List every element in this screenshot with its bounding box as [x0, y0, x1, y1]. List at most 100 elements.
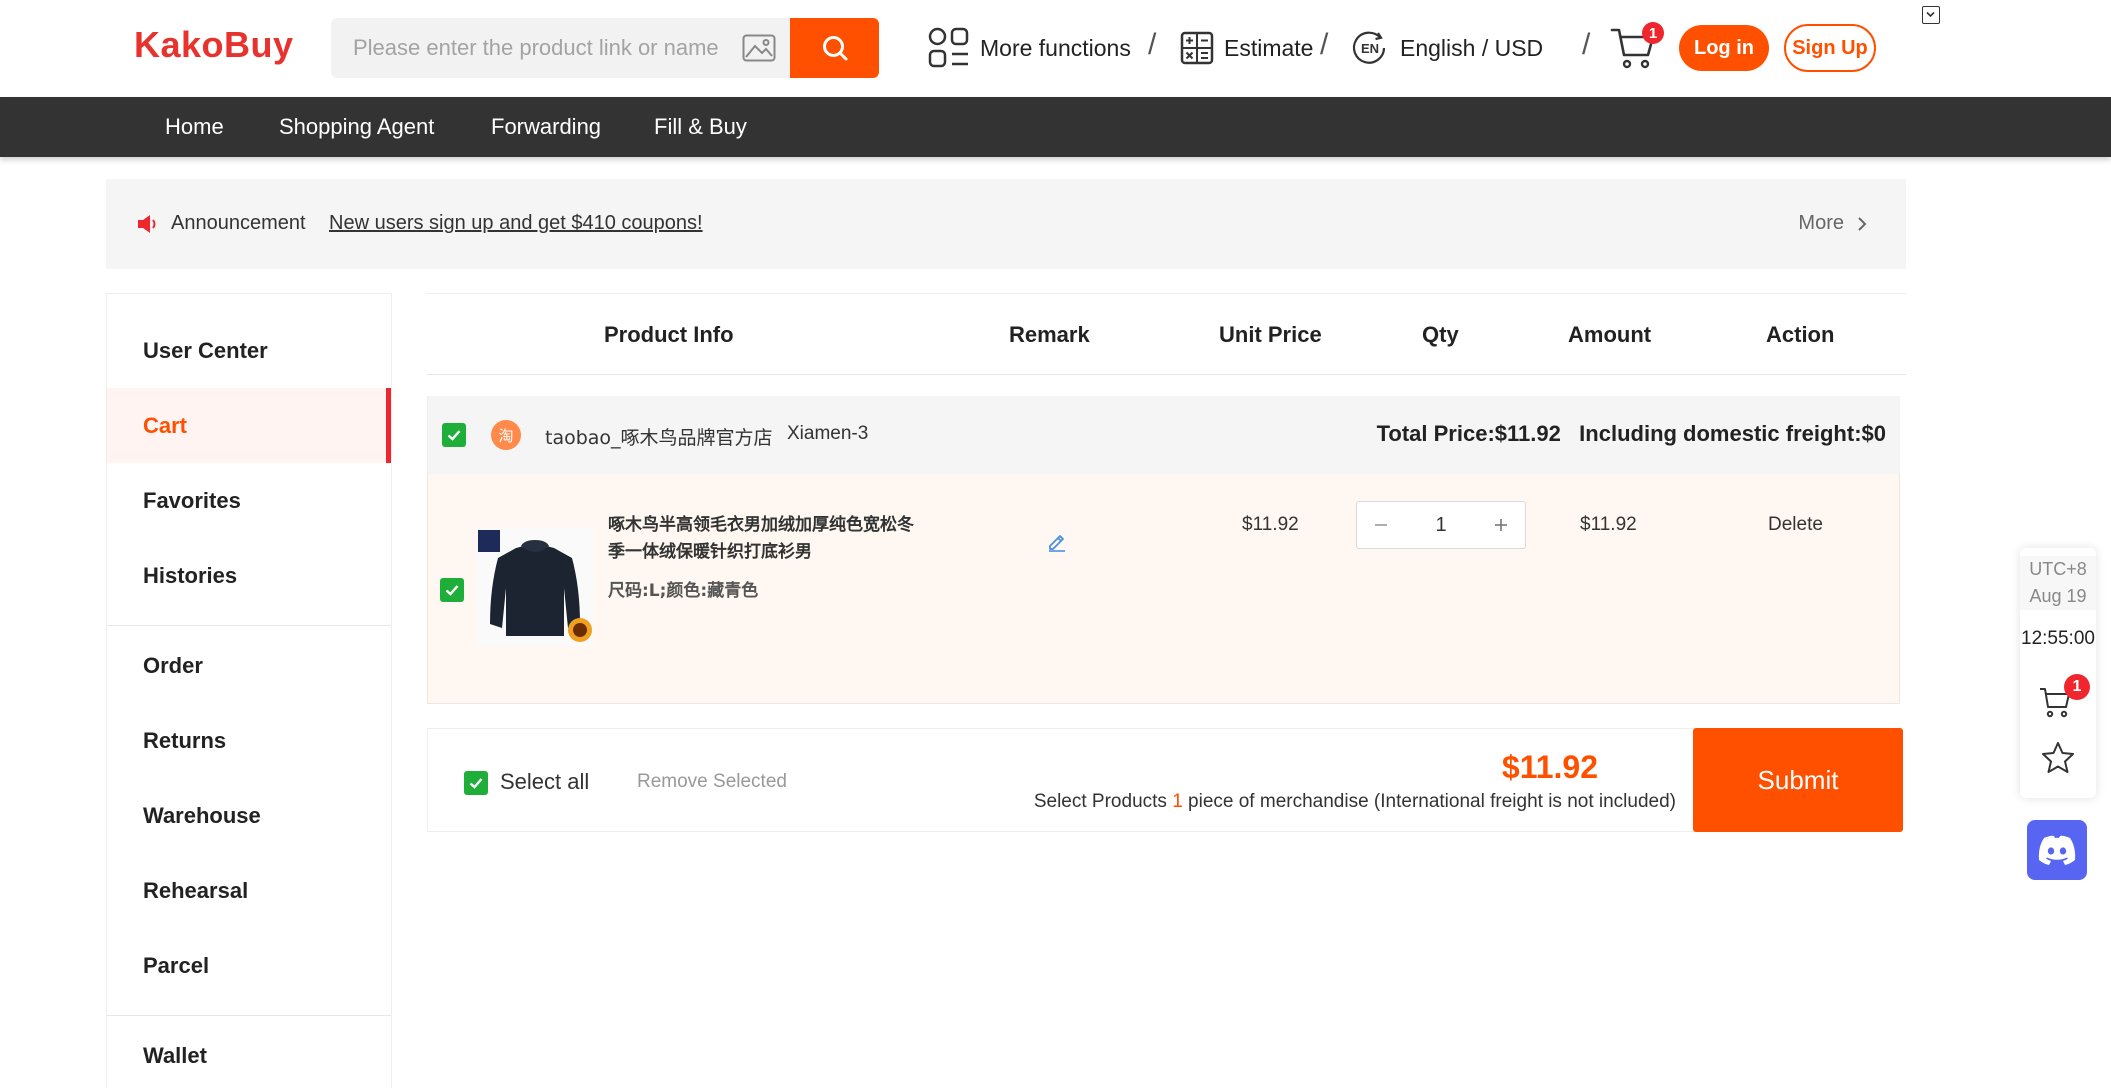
- chevron-right-icon: [1858, 216, 1867, 231]
- more-label: More: [1798, 212, 1844, 234]
- header-remark: Remark: [1009, 322, 1090, 347]
- note-prefix: Select Products: [1033, 791, 1173, 812]
- nav-forwarding[interactable]: Forwarding: [491, 97, 601, 157]
- kakobuy-logo[interactable]: KakoBuy: [134, 24, 294, 66]
- note-suffix: piece of merchandise (International frei…: [1182, 791, 1676, 812]
- collapse-toggle-icon[interactable]: [1922, 6, 1940, 24]
- checkout-bar: Select all Remove Selected $11.92 Select…: [427, 728, 1903, 832]
- favorites-star-icon[interactable]: [2040, 740, 2076, 776]
- sidebar-divider: [107, 625, 391, 626]
- nav-home[interactable]: Home: [165, 97, 224, 157]
- cart-table-header: Product Info Remark Unit Price Qty Amoun…: [427, 293, 1906, 375]
- discord-icon: [2038, 835, 2076, 865]
- header-divider: /: [1320, 28, 1329, 61]
- sidebar-item-favorites[interactable]: Favorites: [107, 463, 391, 538]
- select-all-label[interactable]: Select all: [500, 769, 589, 795]
- sidebar-item-histories[interactable]: Histories: [107, 538, 391, 613]
- timezone-label: UTC+8: [2029, 559, 2087, 579]
- estimate-label: Estimate: [1224, 34, 1314, 61]
- speaker-icon: [138, 215, 156, 233]
- shop-checkbox[interactable]: [442, 423, 466, 447]
- search-input[interactable]: [331, 18, 731, 78]
- header-action: Action: [1766, 322, 1835, 347]
- product-thumbnail[interactable]: [476, 528, 594, 646]
- logo-text: KakoBuy: [134, 24, 294, 65]
- warehouse-label: Xiamen-3: [787, 423, 869, 444]
- sidebar-divider: [107, 1015, 391, 1016]
- item-amount: $11.92: [1580, 514, 1637, 535]
- announcement-bar: Announcement New users sign up and get $…: [106, 179, 1906, 269]
- delete-item-button[interactable]: Delete: [1768, 514, 1823, 536]
- nav-fill-and-buy[interactable]: Fill & Buy: [654, 97, 747, 157]
- sidebar-item-wallet[interactable]: Wallet: [107, 1018, 391, 1088]
- timezone-block: UTC+8 Aug 19: [2020, 556, 2096, 610]
- item-checkbox[interactable]: [440, 578, 464, 602]
- user-sidebar: User Center Cart Favorites Histories Ord…: [106, 293, 392, 1088]
- checkout-total: $11.92: [1501, 749, 1598, 785]
- header-divider: /: [1148, 28, 1157, 61]
- language-currency-selector[interactable]: EN English / USD: [1350, 24, 1543, 72]
- search-button[interactable]: [790, 18, 879, 78]
- search-icon: [822, 36, 847, 61]
- submit-button[interactable]: Submit: [1693, 728, 1903, 832]
- clock-time: 12:55:00: [2021, 628, 2095, 649]
- product-title[interactable]: 啄木鸟半高领毛衣男加绒加厚纯色宽松冬季一体绒保暖针织打底衫男: [608, 512, 918, 566]
- announcement-link[interactable]: New users sign up and get $410 coupons!: [329, 212, 703, 235]
- quantity-stepper: 1: [1356, 501, 1526, 549]
- signup-button[interactable]: Sign Up: [1784, 24, 1876, 72]
- checkmark-icon: [447, 430, 461, 441]
- search-bar: [331, 18, 879, 78]
- announcement-more-link[interactable]: More: [1798, 212, 1872, 235]
- sidebar-item-parcel[interactable]: Parcel: [107, 928, 391, 1003]
- floating-cart-badge: 1: [2064, 674, 2090, 700]
- login-button[interactable]: Log in: [1679, 25, 1769, 71]
- date-label: Aug 19: [2029, 586, 2087, 606]
- qty-decrease-button[interactable]: [1357, 502, 1405, 548]
- nav-shopping-agent[interactable]: Shopping Agent: [279, 97, 434, 157]
- header-cart-button[interactable]: 1: [1610, 22, 1664, 72]
- shop-total-price: Total Price:$11.92 Including domestic fr…: [1376, 421, 1886, 446]
- more-functions-label: More functions: [980, 34, 1131, 61]
- discord-button[interactable]: [2027, 820, 2087, 880]
- plus-icon: [1495, 519, 1507, 531]
- edit-remark-icon[interactable]: [1046, 530, 1068, 552]
- grid-apps-icon: [928, 27, 969, 68]
- floating-cart-button[interactable]: 1: [2038, 674, 2090, 718]
- store-name[interactable]: taobao_啄木鸟品牌官方店: [545, 423, 773, 450]
- shop-group-row: 淘 taobao_啄木鸟品牌官方店 Xiamen-3 Total Price:$…: [427, 396, 1900, 474]
- cart-item-row: 啄木鸟半高领毛衣男加绒加厚纯色宽松冬季一体绒保暖针织打底衫男 尺码:L;颜色:藏…: [427, 474, 1900, 704]
- checkmark-icon: [469, 778, 483, 789]
- sidebar-item-cart[interactable]: Cart: [107, 388, 391, 463]
- sidebar-item-rehearsal[interactable]: Rehearsal: [107, 853, 391, 928]
- qty-value[interactable]: 1: [1405, 514, 1477, 537]
- product-attributes: 尺码:L;颜色:藏青色: [608, 581, 759, 601]
- image-search-icon[interactable]: [742, 34, 776, 62]
- language-globe-icon: EN: [1352, 31, 1386, 64]
- select-all-checkbox[interactable]: [464, 771, 488, 795]
- search-field-wrap: [331, 18, 790, 78]
- cart-count-badge: 1: [1642, 22, 1664, 44]
- main-nav: Home Shopping Agent Forwarding Fill & Bu…: [0, 97, 2111, 157]
- sidebar-item-returns[interactable]: Returns: [107, 703, 391, 778]
- header-divider: /: [1582, 28, 1591, 61]
- header-unit-price: Unit Price: [1219, 322, 1322, 347]
- sidebar-item-warehouse[interactable]: Warehouse: [107, 778, 391, 853]
- sidebar-item-order[interactable]: Order: [107, 628, 391, 703]
- taobao-store-icon: 淘: [491, 420, 521, 450]
- remove-selected-button[interactable]: Remove Selected: [637, 771, 787, 793]
- header-qty: Qty: [1422, 322, 1459, 347]
- floating-tools-panel: UTC+8 Aug 19 12:55:00 1: [2020, 548, 2096, 798]
- minus-icon: [1375, 524, 1387, 526]
- top-header: KakoBuy More functions /: [0, 0, 2111, 97]
- checkmark-icon: [445, 585, 459, 596]
- more-functions-menu[interactable]: More functions: [928, 24, 1131, 72]
- sweater-image: [476, 528, 594, 646]
- unit-price: $11.92: [1242, 514, 1299, 535]
- estimate-link[interactable]: Estimate: [1180, 24, 1313, 72]
- header-product-info: Product Info: [604, 322, 734, 347]
- selected-count: 1: [1172, 791, 1183, 812]
- header-amount: Amount: [1568, 322, 1652, 347]
- selected-products-note: Select Products 1 piece of merchandise (…: [1034, 791, 1676, 813]
- qty-increase-button[interactable]: [1477, 502, 1525, 548]
- sidebar-item-user-center[interactable]: User Center: [107, 313, 391, 388]
